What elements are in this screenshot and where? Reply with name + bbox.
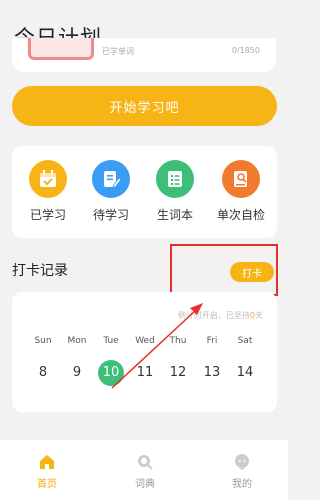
streak-text: 倒计时开启，已坚持0天 <box>178 310 263 321</box>
progress-card: 已学单词 0/1850 <box>12 38 276 72</box>
checkin-section-title: 打卡记录 <box>12 263 68 279</box>
calendar-day[interactable]: 11 <box>130 360 160 386</box>
profile-chat-icon <box>231 452 253 472</box>
weekday-sun: Sun <box>34 336 52 346</box>
weekday-thu: Thu <box>169 336 187 346</box>
weekday-tue: Tue <box>103 336 119 346</box>
learned-label: 已学单词 <box>102 47 134 56</box>
calendar-icon <box>29 160 67 198</box>
book-search-icon <box>222 160 260 198</box>
search-icon <box>134 452 156 472</box>
home-icon <box>36 452 58 472</box>
feature-vocab-book-label: 生词本 <box>156 208 193 222</box>
checkin-calendar: 倒计时开启，已坚持0天 Sun Mon Tue Wed Thu Fri Sat … <box>12 292 277 412</box>
nav-home-label: 首页 <box>37 479 57 490</box>
nav-dictionary[interactable]: 词典 <box>120 452 170 490</box>
feature-learned-label: 已学习 <box>29 208 66 222</box>
feature-self-test-label: 单次自检 <box>216 208 265 222</box>
calendar-day[interactable]: 8 <box>28 360 58 386</box>
calendar-day[interactable]: 12 <box>163 360 193 386</box>
feature-to-learn-label: 待学习 <box>92 208 129 222</box>
streak-suffix: 天 <box>255 311 263 320</box>
feature-to-learn[interactable]: 待学习 <box>83 160 139 223</box>
weekday-wed: Wed <box>135 336 155 346</box>
start-learning-button[interactable]: 开始学习吧 <box>12 86 277 126</box>
bottom-nav: 首页 词典 我的 <box>0 440 288 500</box>
weekday-fri: Fri <box>206 336 218 346</box>
weekday-mon: Mon <box>67 336 87 346</box>
nav-profile-label: 我的 <box>232 479 252 490</box>
streak-prefix: 倒计时开启，已坚持 <box>177 311 250 320</box>
checklist-icon <box>156 160 194 198</box>
learned-count: 0/1850 <box>231 46 260 55</box>
feature-card: 已学习 待学习 生词本 单次自检 <box>12 146 277 238</box>
progress-thumbnail <box>28 38 94 60</box>
nav-home[interactable]: 首页 <box>22 452 72 490</box>
feature-learned[interactable]: 已学习 <box>20 160 76 223</box>
feature-self-test[interactable]: 单次自检 <box>213 160 269 223</box>
calendar-day-today[interactable]: 10 <box>98 360 124 386</box>
weekday-sat: Sat <box>237 336 253 346</box>
calendar-day[interactable]: 14 <box>230 360 260 386</box>
edit-note-icon <box>92 160 130 198</box>
nav-profile[interactable]: 我的 <box>217 452 267 490</box>
annotation-highlight-box <box>170 244 278 296</box>
nav-dictionary-label: 词典 <box>135 479 155 490</box>
feature-vocab-book[interactable]: 生词本 <box>147 160 203 223</box>
calendar-day[interactable]: 13 <box>197 360 227 386</box>
calendar-day[interactable]: 9 <box>62 360 92 386</box>
